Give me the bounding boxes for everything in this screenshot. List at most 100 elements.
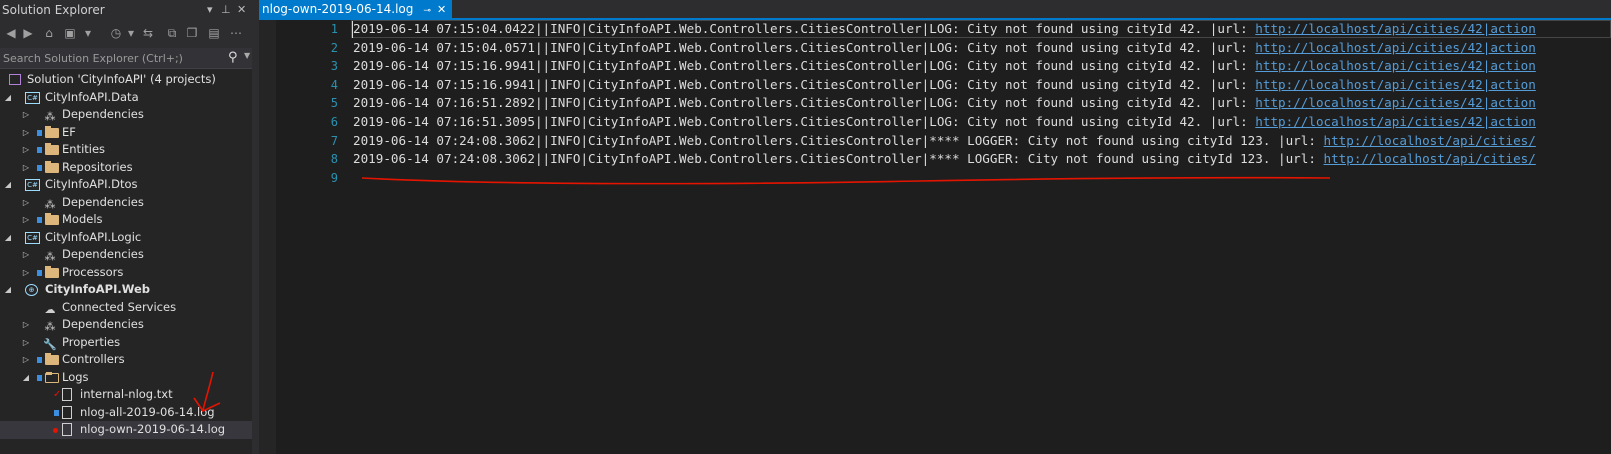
properties-icon[interactable]: ▤ <box>206 25 222 41</box>
wrench-icon: 🔧 <box>43 337 57 351</box>
tree-item-dependencies[interactable]: ▷ ⁂ Dependencies <box>0 194 252 212</box>
settings-icon[interactable]: ⋯ <box>228 25 244 41</box>
tree-item-folder-logs[interactable]: ◢ Logs <box>0 369 252 387</box>
tree-item-folder-models[interactable]: ▷ Models <box>0 211 252 229</box>
sync-icon[interactable]: ⇆ <box>140 25 156 41</box>
tab-nlog-own-log[interactable]: nlog-own-2019-06-14.log ⊸ ✕ <box>259 0 453 18</box>
tree-item-dependencies[interactable]: ▷ ⁂ Dependencies <box>0 106 252 124</box>
copy-icon[interactable]: ❐ <box>184 25 200 41</box>
dependencies-icon: ⁂ <box>44 320 56 333</box>
tree-item-label: Models <box>62 212 103 226</box>
search-icon[interactable]: ⚲ <box>228 50 238 65</box>
tree-item-project-logic[interactable]: ◢ C# CityInfoAPI.Logic <box>0 229 252 247</box>
collapse-arrow-icon[interactable]: ◢ <box>3 229 13 247</box>
collapse-arrow-icon[interactable]: ◢ <box>3 176 13 194</box>
code-line[interactable]: 2019-06-14 07:24:08.3062||INFO|CityInfoA… <box>353 150 1536 169</box>
url-link[interactable]: http://localhost/api/cities/42|action <box>1255 77 1536 92</box>
dropdown-icon[interactable]: ▾ <box>80 25 96 41</box>
expand-arrow-icon[interactable]: ▷ <box>21 264 31 282</box>
log-text: 2019-06-14 07:24:08.3062||INFO|CityInfoA… <box>353 151 1324 167</box>
url-link[interactable]: http://localhost/api/cities/42|action <box>1255 58 1536 73</box>
url-link[interactable]: http://localhost/api/cities/42|action <box>1255 21 1536 36</box>
tree-item-solution[interactable]: Solution 'CityInfoAPI' (4 projects) <box>0 71 252 89</box>
expand-arrow-icon[interactable]: ▷ <box>21 316 31 334</box>
tree-item-project-dtos[interactable]: ◢ C# CityInfoAPI.Dtos <box>0 176 252 194</box>
solution-icon <box>9 74 21 85</box>
tree-item-folder-entities[interactable]: ▷ Entities <box>0 141 252 159</box>
search-input[interactable] <box>0 48 228 68</box>
expand-arrow-icon[interactable]: ▷ <box>21 141 31 159</box>
tree-item-connected-services[interactable]: ☁ Connected Services <box>0 299 252 317</box>
expand-arrow-icon[interactable]: ▷ <box>21 211 31 229</box>
pin-icon[interactable]: ⊸ <box>423 6 431 16</box>
tree-item-folder-controllers[interactable]: ▷ Controllers <box>0 351 252 369</box>
code-line[interactable]: 2019-06-14 07:15:04.0571||INFO|CityInfoA… <box>353 39 1536 58</box>
search-box: ⚲ ▼ <box>0 48 255 69</box>
expand-arrow-icon[interactable]: ▷ <box>21 334 31 352</box>
search-options-icon[interactable]: ▼ <box>244 51 250 60</box>
expand-arrow-icon[interactable]: ▷ <box>21 124 31 142</box>
line-number: 2 <box>330 40 338 55</box>
web-project-icon: ⊕ <box>25 284 38 296</box>
pending-changes-icon[interactable]: ◷ <box>108 25 124 41</box>
pin-icon[interactable]: ⊥ <box>221 0 231 20</box>
panel-scrollbar[interactable] <box>252 20 259 454</box>
log-text: 2019-06-14 07:16:51.2892||INFO|CityInfoA… <box>353 95 1256 111</box>
close-icon[interactable]: ✕ <box>237 0 246 20</box>
expand-arrow-icon[interactable]: ▷ <box>21 194 31 212</box>
tree-item-folder-repositories[interactable]: ▷ Repositories <box>0 159 252 177</box>
code-line[interactable]: 2019-06-14 07:15:16.9941||INFO|CityInfoA… <box>353 76 1536 95</box>
collapse-all-icon[interactable]: ⧉ <box>164 25 180 41</box>
open-folder-icon <box>45 371 59 383</box>
dependencies-icon: ⁂ <box>44 110 56 123</box>
url-link[interactable]: http://localhost/api/cities/42|action <box>1255 114 1536 129</box>
code-line[interactable]: 2019-06-14 07:24:08.3062||INFO|CityInfoA… <box>353 132 1536 151</box>
tree-item-folder-ef[interactable]: ▷ EF <box>0 124 252 142</box>
collapse-arrow-icon[interactable]: ◢ <box>3 89 13 107</box>
tree-item-label: internal-nlog.txt <box>80 387 173 401</box>
tree-item-label: Controllers <box>62 352 125 366</box>
text-editor[interactable]: 1 2019-06-14 07:15:04.0422||INFO|CityInf… <box>276 20 1611 454</box>
tree-item-folder-processors[interactable]: ▷ Processors <box>0 264 252 282</box>
dropdown-icon[interactable]: ▾ <box>123 25 139 41</box>
tree-item-label: EF <box>62 124 76 139</box>
collapse-arrow-icon[interactable]: ◢ <box>3 281 13 299</box>
code-line[interactable]: 2019-06-14 07:15:04.0422||INFO|CityInfoA… <box>353 20 1536 39</box>
code-line[interactable]: 2019-06-14 07:15:16.9941||INFO|CityInfoA… <box>353 57 1536 76</box>
csharp-project-icon: C# <box>25 91 40 104</box>
tree-item-label: Entities <box>62 142 106 156</box>
line-number: 9 <box>330 170 338 185</box>
expand-arrow-icon[interactable]: ▷ <box>21 106 31 124</box>
lock-icon <box>54 409 59 416</box>
log-text: 2019-06-14 07:15:04.0422||INFO|CityInfoA… <box>353 21 1256 36</box>
expand-arrow-icon[interactable]: ▷ <box>21 159 31 177</box>
tree-item-project-web[interactable]: ◢ ⊕ CityInfoAPI.Web <box>0 281 252 299</box>
tree-item-dependencies[interactable]: ▷ ⁂ Dependencies <box>0 316 252 334</box>
expand-arrow-icon[interactable]: ▷ <box>21 351 31 369</box>
panel-title: Solution Explorer <box>2 3 105 17</box>
line-number: 7 <box>330 133 338 148</box>
switch-views-icon[interactable]: ▣ <box>62 25 78 41</box>
tree-item-file-internal-nlog[interactable]: ✓ internal-nlog.txt <box>0 386 252 404</box>
tree-item-dependencies[interactable]: ▷ ⁂ Dependencies <box>0 246 252 264</box>
folder-icon <box>45 125 59 138</box>
url-link[interactable]: http://localhost/api/cities/ <box>1324 151 1536 166</box>
url-link[interactable]: http://localhost/api/cities/42|action <box>1255 95 1536 110</box>
home-icon[interactable]: ⌂ <box>41 25 57 41</box>
code-line[interactable]: 2019-06-14 07:16:51.2892||INFO|CityInfoA… <box>353 94 1536 113</box>
back-icon[interactable]: ◀ <box>3 25 19 41</box>
tree-item-properties[interactable]: ▷ 🔧 Properties <box>0 334 252 352</box>
panel-menu-icon[interactable]: ▾ <box>207 0 213 20</box>
code-line[interactable]: 2019-06-14 07:16:51.3095||INFO|CityInfoA… <box>353 113 1536 132</box>
tree-item-file-nlog-all[interactable]: nlog-all-2019-06-14.log <box>0 404 252 422</box>
collapse-arrow-icon[interactable]: ◢ <box>21 369 31 387</box>
tree-item-file-nlog-own[interactable]: nlog-own-2019-06-14.log <box>0 421 252 439</box>
log-text: 2019-06-14 07:24:08.3062||INFO|CityInfoA… <box>353 132 1324 148</box>
url-link[interactable]: http://localhost/api/cities/42|action <box>1255 40 1536 55</box>
log-text: 2019-06-14 07:15:16.9941||INFO|CityInfoA… <box>353 76 1256 92</box>
url-link[interactable]: http://localhost/api/cities/ <box>1324 133 1536 148</box>
tree-item-project-data[interactable]: ◢ C# CityInfoAPI.Data <box>0 89 252 107</box>
expand-arrow-icon[interactable]: ▷ <box>21 246 31 264</box>
close-tab-icon[interactable]: ✕ <box>437 3 446 16</box>
forward-icon[interactable]: ▶ <box>20 25 36 41</box>
